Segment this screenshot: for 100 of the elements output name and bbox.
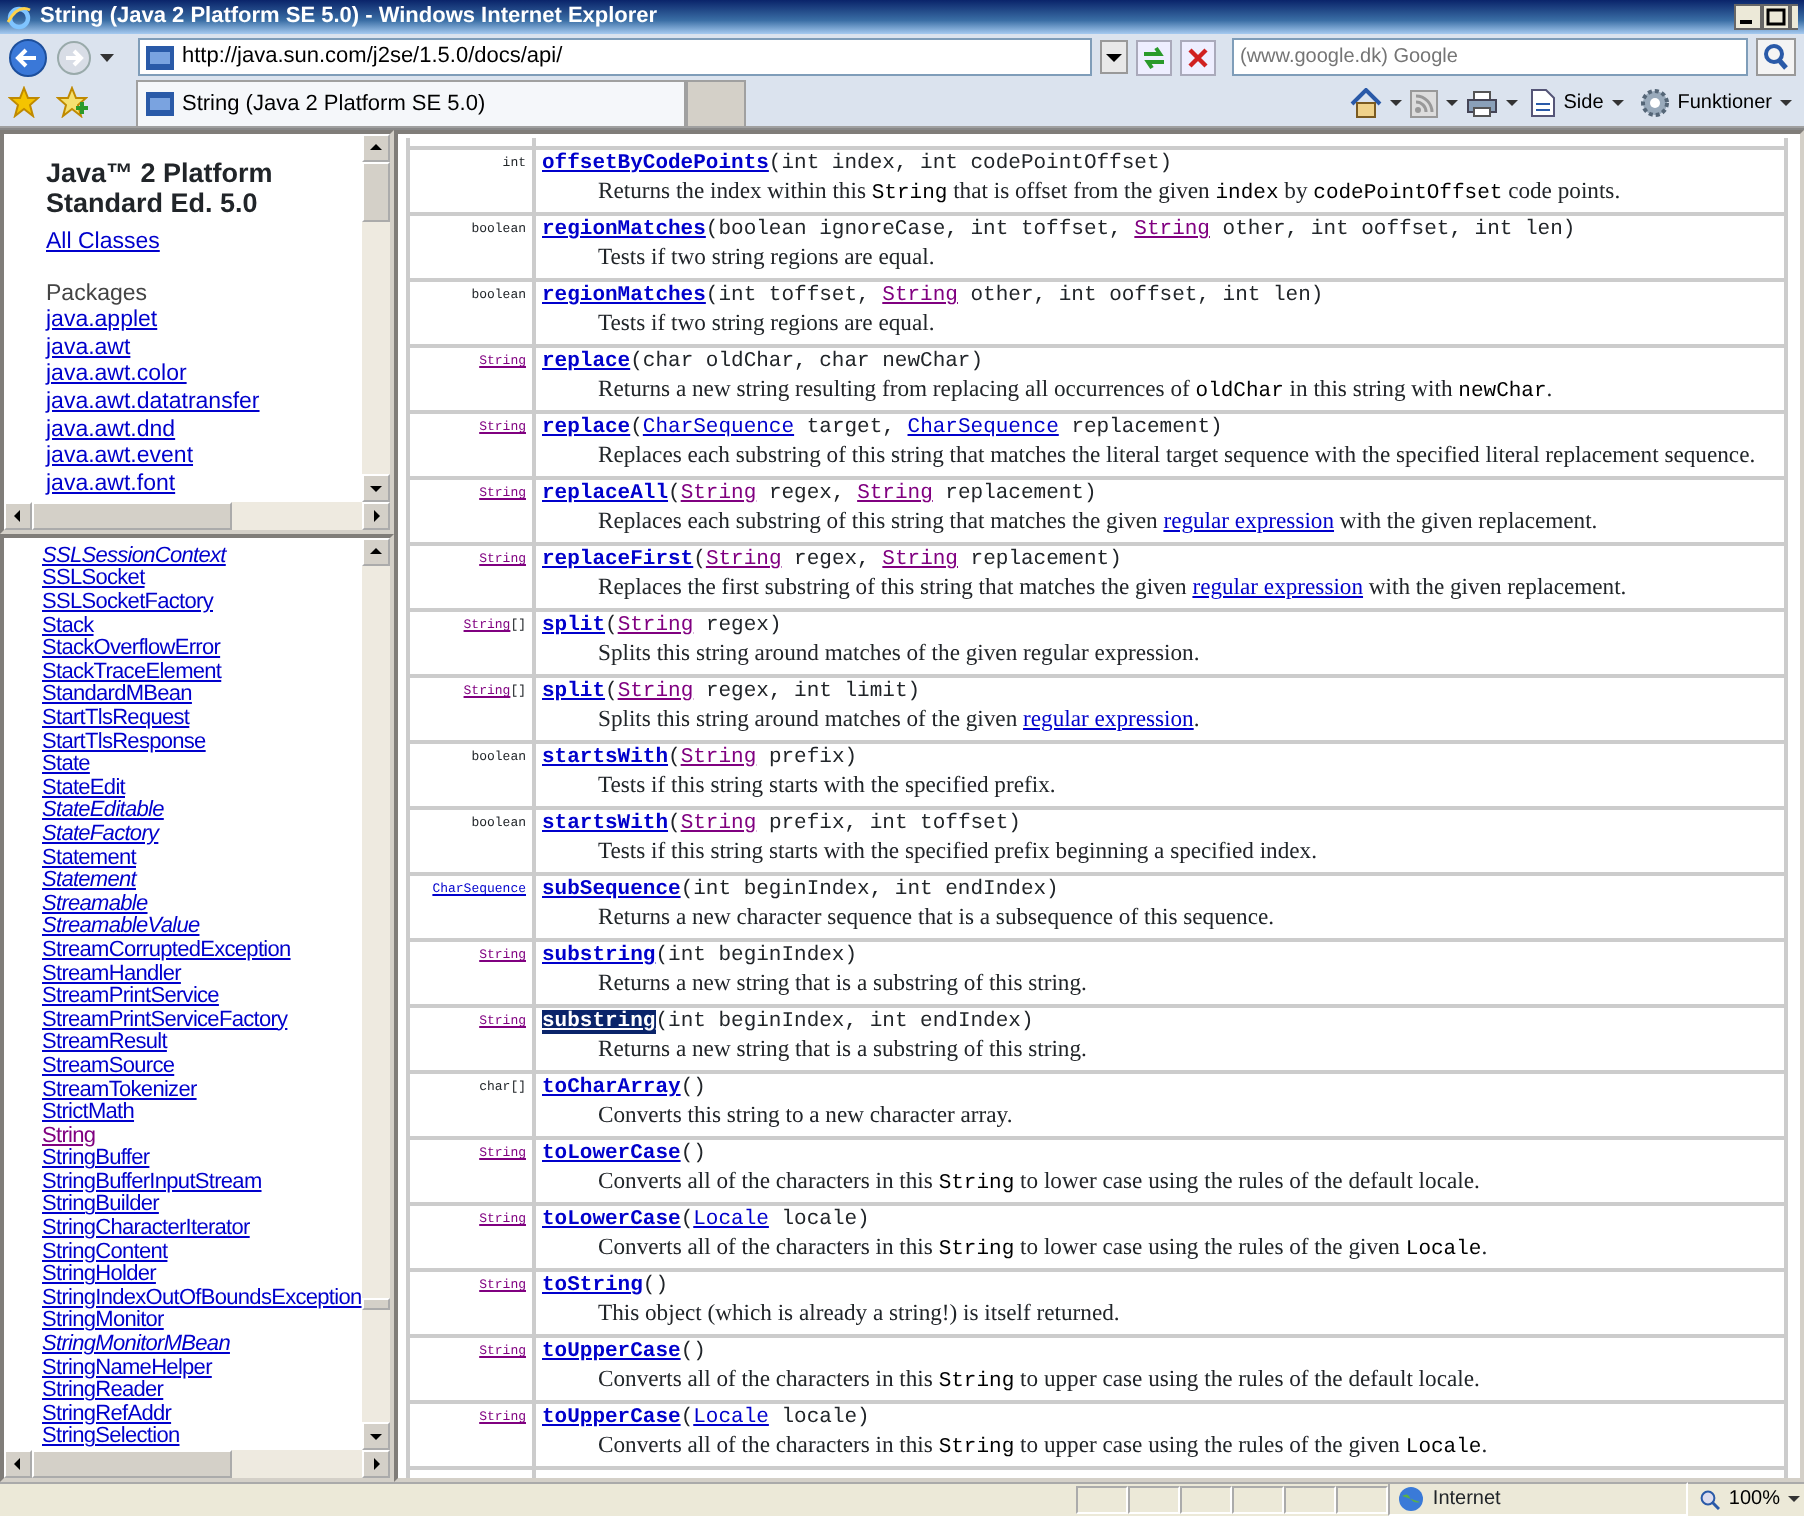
class-link[interactable]: Statement [42, 845, 136, 870]
class-link[interactable]: StringHolder [42, 1262, 156, 1287]
class-link[interactable]: StringCharacterIterator [42, 1216, 250, 1241]
package-link[interactable]: java.awt [46, 335, 131, 360]
class-link[interactable]: String [42, 1123, 96, 1148]
type-link[interactable]: String [857, 482, 933, 506]
method-link[interactable]: replaceFirst [542, 548, 694, 572]
type-link[interactable]: String [680, 812, 757, 836]
method-link[interactable]: toUpperCase [542, 1406, 681, 1430]
class-link[interactable]: StringRefAddr [42, 1401, 172, 1426]
class-link[interactable]: StringContent [42, 1239, 168, 1264]
method-link[interactable]: substring [542, 944, 656, 968]
class-link[interactable]: Statement [42, 868, 136, 893]
dropdown-caret-icon[interactable] [100, 53, 114, 61]
class-link[interactable]: StringMonitorMBean [42, 1332, 230, 1357]
package-link[interactable]: java.awt.font [46, 471, 176, 496]
caret-icon[interactable] [1389, 100, 1402, 106]
package-link[interactable]: java.awt.color [46, 362, 187, 387]
class-link[interactable]: StreamPrintService [42, 984, 219, 1009]
favorites-star-icon[interactable] [8, 86, 40, 118]
search-icon[interactable] [1756, 38, 1796, 76]
class-link[interactable]: StringReader [42, 1378, 164, 1403]
type-link[interactable]: Locale [693, 1406, 769, 1430]
class-link[interactable]: StackTraceElement [42, 659, 222, 684]
class-link[interactable]: StateEditable [42, 798, 164, 823]
method-link[interactable]: substring [542, 1010, 656, 1034]
stop-icon[interactable] [1180, 39, 1216, 75]
class-link[interactable]: SSLSocketFactory [42, 590, 213, 615]
type-link[interactable]: regular expression [1023, 706, 1194, 732]
vertical-scrollbar[interactable] [362, 537, 390, 1450]
class-link[interactable]: StreamableValue [42, 914, 200, 939]
class-link[interactable]: SSLSessionContext [42, 543, 226, 568]
method-link[interactable]: startsWith [542, 746, 669, 770]
horizontal-scrollbar[interactable] [4, 1450, 390, 1478]
tools-menu-button[interactable]: Funktioner [1635, 88, 1796, 118]
class-link[interactable]: StringSelection [42, 1424, 180, 1449]
class-link[interactable]: StateFactory [42, 821, 159, 846]
type-link[interactable]: regular expression [1192, 574, 1364, 600]
type-link[interactable]: String [680, 746, 757, 770]
type-link[interactable]: regular expression [1163, 508, 1335, 534]
class-link[interactable]: StringBuffer [42, 1146, 150, 1171]
back-icon[interactable] [8, 37, 48, 77]
package-link[interactable]: java.awt.datatransfer [46, 389, 260, 414]
class-link[interactable]: StringIndexOutOfBoundsException [42, 1285, 362, 1310]
class-link[interactable]: StreamCorruptedException [42, 937, 291, 962]
class-link[interactable]: Stack [42, 613, 94, 638]
method-link[interactable]: replace [542, 350, 631, 374]
zoom-button[interactable]: 100% [1696, 1484, 1804, 1514]
method-link[interactable]: split [542, 680, 606, 704]
class-link[interactable]: StateEdit [42, 775, 125, 800]
package-link[interactable]: java.awt.dnd [46, 417, 176, 442]
method-link[interactable]: regionMatches [542, 284, 706, 308]
class-link[interactable]: StandardMBean [42, 682, 192, 707]
method-link[interactable]: toLowerCase [542, 1208, 681, 1232]
method-link[interactable]: regionMatches [542, 218, 706, 242]
method-link[interactable]: toUpperCase [542, 1340, 681, 1364]
class-link[interactable]: StartTlsRequest [42, 706, 190, 730]
caret-icon[interactable] [1445, 100, 1458, 106]
vertical-scrollbar[interactable] [362, 134, 390, 502]
class-link[interactable]: StartTlsResponse [42, 729, 206, 754]
type-link[interactable]: Locale [693, 1208, 769, 1232]
class-link[interactable]: StringMonitor [42, 1308, 164, 1333]
add-favorite-icon[interactable] [56, 86, 88, 118]
class-link[interactable]: StreamHandler [42, 961, 181, 986]
maximize-icon[interactable] [1762, 4, 1790, 30]
method-link[interactable]: replaceAll [542, 482, 669, 506]
printer-icon[interactable] [1465, 89, 1498, 117]
method-link[interactable]: toString [542, 1274, 643, 1298]
class-link[interactable]: StringNameHelper [42, 1355, 212, 1380]
class-link[interactable]: StreamResult [42, 1030, 167, 1055]
type-link[interactable]: String [680, 482, 757, 506]
type-link[interactable]: String [882, 548, 958, 572]
method-link[interactable]: startsWith [542, 812, 669, 836]
type-link[interactable]: String [617, 614, 694, 638]
page-menu-button[interactable]: Side [1525, 88, 1628, 118]
method-link[interactable]: toCharArray [542, 1076, 681, 1100]
horizontal-scrollbar[interactable] [4, 501, 390, 530]
address-field[interactable]: http://java.sun.com/j2se/1.5.0/docs/api/ [138, 38, 1092, 76]
class-link[interactable]: StrictMath [42, 1100, 135, 1125]
type-link[interactable]: CharSequence [642, 416, 795, 440]
method-link[interactable]: replace [542, 416, 631, 440]
class-link[interactable]: State [42, 752, 90, 777]
all-classes-link[interactable]: All Classes [46, 230, 160, 254]
package-link[interactable]: java.awt.event [46, 444, 194, 469]
class-link[interactable]: StreamTokenizer [42, 1077, 197, 1101]
method-link[interactable]: toLowerCase [542, 1142, 681, 1166]
class-link[interactable]: StackOverflowError [42, 636, 221, 661]
type-link[interactable]: CharSequence [907, 416, 1059, 440]
package-link[interactable]: java.applet [46, 308, 158, 333]
method-link[interactable]: split [542, 614, 606, 638]
type-link[interactable]: String [882, 284, 958, 308]
method-link[interactable]: offsetByCodePoints [542, 152, 769, 176]
method-link[interactable]: subSequence [542, 878, 681, 902]
search-field[interactable]: (www.google.dk) Google [1232, 38, 1748, 76]
class-link[interactable]: StreamPrintServiceFactory [42, 1007, 288, 1032]
type-link[interactable]: String [1134, 218, 1210, 242]
class-link[interactable]: StringBufferInputStream [42, 1169, 262, 1194]
class-link[interactable]: SSLSocket [42, 566, 145, 591]
caret-icon[interactable] [1505, 100, 1518, 106]
home-icon[interactable] [1349, 88, 1382, 118]
